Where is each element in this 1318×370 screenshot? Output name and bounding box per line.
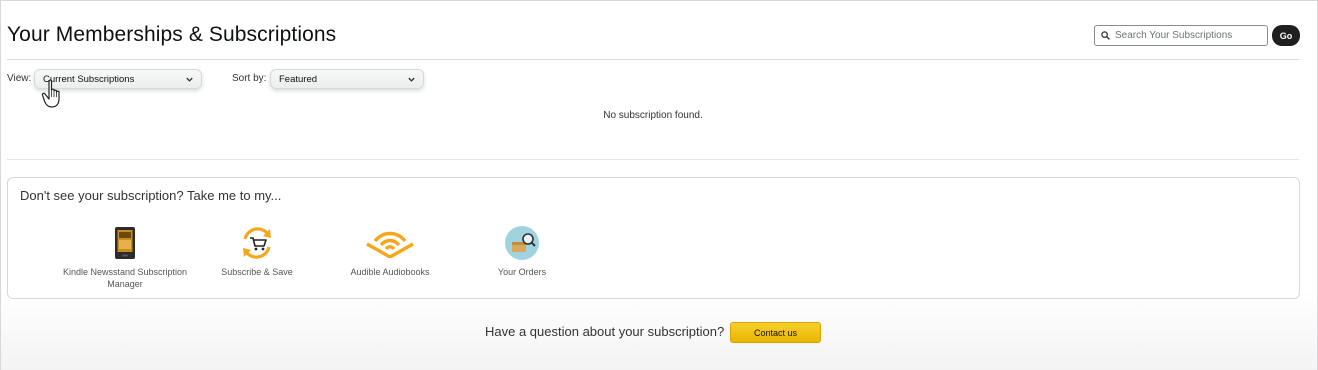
shortcut-label: Audible Audiobooks bbox=[350, 267, 430, 277]
contact-us-button[interactable]: Contact us bbox=[730, 322, 821, 343]
empty-message: No subscription found. bbox=[603, 110, 703, 121]
sort-dropdown-value: Featured bbox=[279, 73, 318, 85]
shortcut-subscribe-save[interactable]: Subscribe & Save bbox=[192, 225, 322, 278]
shortcuts-title: Don't see your subscription? Take me to … bbox=[20, 188, 282, 203]
page-title: Your Memberships & Subscriptions bbox=[7, 23, 337, 46]
search-icon bbox=[1101, 31, 1110, 40]
hand-cursor-icon bbox=[41, 79, 60, 108]
view-label: View: bbox=[7, 73, 32, 84]
shortcut-label: Kindle Newsstand Subscription Manager bbox=[62, 267, 188, 289]
sort-dropdown[interactable]: Featured bbox=[270, 69, 424, 89]
audible-icon bbox=[366, 231, 414, 258]
subscriptions-page: Your Memberships & Subscriptions Go View… bbox=[0, 0, 1318, 370]
shortcut-label: Subscribe & Save bbox=[221, 267, 293, 277]
help-question: Have a question about your subscription? bbox=[485, 324, 725, 339]
kindle-icon bbox=[115, 227, 135, 259]
chevron-down-icon bbox=[408, 77, 415, 82]
chevron-down-icon bbox=[186, 77, 193, 82]
sort-label: Sort by: bbox=[232, 73, 267, 84]
shortcut-label: Your Orders bbox=[497, 267, 547, 277]
search-input[interactable] bbox=[1110, 30, 1265, 41]
shortcuts-panel: Don't see your subscription? Take me to … bbox=[7, 177, 1300, 299]
divider bbox=[7, 59, 1299, 60]
search-box[interactable] bbox=[1094, 25, 1268, 46]
shortcut-audible[interactable]: Audible Audiobooks bbox=[325, 225, 455, 278]
shortcut-kindle-newsstand[interactable]: Kindle Newsstand Subscription Manager bbox=[60, 225, 190, 290]
subscribe-save-icon bbox=[243, 227, 271, 259]
go-button[interactable]: Go bbox=[1272, 25, 1300, 46]
divider bbox=[7, 159, 1299, 160]
shortcut-your-orders[interactable]: Your Orders bbox=[457, 225, 587, 278]
orders-icon bbox=[505, 226, 539, 260]
